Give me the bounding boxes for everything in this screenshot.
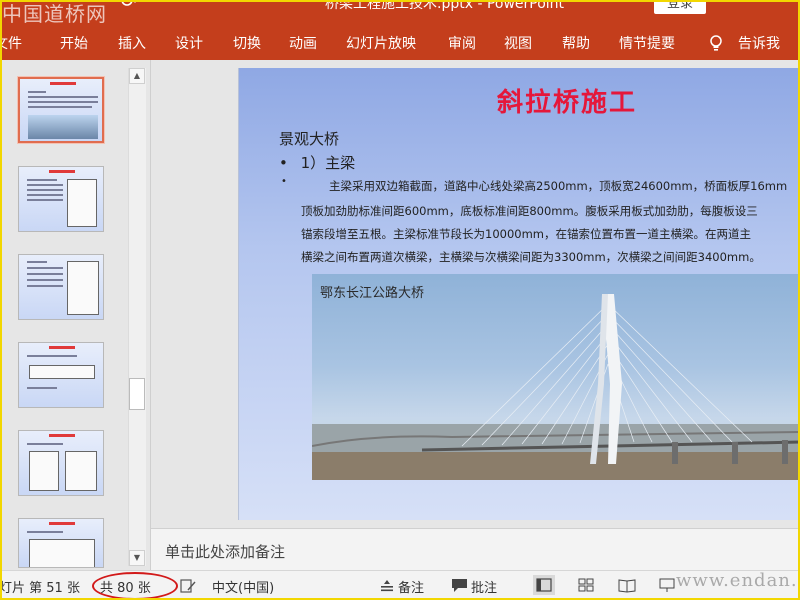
notes-pane[interactable]: 单击此处添加备注 bbox=[151, 528, 800, 570]
bullet-marker: • bbox=[281, 176, 287, 187]
tab-file[interactable]: 文件 bbox=[0, 28, 22, 60]
thumb-text-line bbox=[27, 199, 63, 201]
photo-caption: 鄂东长江公路大桥 bbox=[320, 286, 425, 301]
reading-view-icon[interactable] bbox=[616, 575, 638, 595]
slide-thumbnail[interactable] bbox=[18, 518, 104, 568]
thumb-diagram bbox=[29, 539, 95, 567]
slide-position-indicator[interactable]: 幻灯片 第 51 张 bbox=[0, 577, 80, 596]
body-text-line[interactable]: 顶板加劲肋标准间距600mm，底板标准间距800mm。腹板采用板式加劲肋，每腹板… bbox=[301, 203, 758, 219]
slideshow-view-icon[interactable] bbox=[656, 575, 678, 595]
thumb-text-line bbox=[27, 184, 63, 186]
thumb-text-line bbox=[27, 194, 63, 196]
tab-view[interactable]: 视图 bbox=[504, 28, 532, 60]
site-watermark-logo: 中国道桥网 bbox=[2, 2, 107, 26]
normal-view-icon[interactable] bbox=[533, 575, 555, 595]
thumb-text-line bbox=[27, 285, 63, 287]
thumb-text-line bbox=[27, 261, 47, 263]
thumb-title-mark bbox=[49, 346, 75, 349]
thumb-diagram bbox=[29, 451, 59, 491]
lightbulb-icon bbox=[710, 35, 722, 51]
thumb-text-line bbox=[27, 355, 77, 357]
slide-thumbnail-selected[interactable] bbox=[18, 77, 104, 143]
tab-design[interactable]: 设计 bbox=[175, 28, 203, 60]
thumb-text-line bbox=[27, 531, 63, 533]
title-bar: 中国道桥网 桥梁工程施工技术.pptx - PowerPoint 登录 bbox=[0, 0, 800, 28]
spellcheck-icon[interactable] bbox=[180, 578, 196, 594]
comments-icon bbox=[452, 579, 467, 592]
thumbnail-scrollbar[interactable] bbox=[128, 68, 146, 566]
thumb-text-line bbox=[27, 279, 63, 281]
slide-bullet-main-girder[interactable]: • 1）主梁 bbox=[279, 152, 355, 173]
thumb-text-line bbox=[27, 189, 63, 191]
thumb-diagram bbox=[29, 365, 95, 379]
thumb-text-line bbox=[28, 96, 98, 98]
thumb-text-line bbox=[27, 179, 57, 181]
slide-thumbnail[interactable] bbox=[18, 166, 104, 232]
slide-heading[interactable]: 景观大桥 bbox=[279, 128, 339, 149]
bridge-photo[interactable]: 鄂东长江公路大桥 bbox=[312, 274, 800, 480]
highlight-circle bbox=[92, 572, 178, 600]
thumb-text-line bbox=[28, 106, 92, 108]
thumb-diagram bbox=[65, 451, 97, 491]
tab-insert[interactable]: 插入 bbox=[118, 28, 146, 60]
scrollbar-thumb[interactable] bbox=[129, 378, 145, 410]
slide-thumbnail[interactable] bbox=[18, 254, 104, 320]
thumb-title-mark bbox=[49, 170, 75, 173]
tab-home[interactable]: 开始 bbox=[60, 28, 88, 60]
thumb-text-line bbox=[27, 273, 63, 275]
tell-me-search[interactable]: 告诉我 bbox=[738, 28, 780, 60]
thumb-text-line bbox=[28, 101, 98, 103]
thumb-text-line bbox=[27, 443, 63, 445]
thumb-title-mark bbox=[49, 434, 75, 437]
slide-thumbnail[interactable] bbox=[18, 342, 104, 408]
tab-animations[interactable]: 动画 bbox=[289, 28, 317, 60]
thumb-text-line bbox=[27, 267, 63, 269]
login-button[interactable]: 登录 bbox=[654, 0, 706, 14]
tab-review[interactable]: 审阅 bbox=[448, 28, 476, 60]
ribbon-tab-bar: 文件 开始 插入 设计 切换 动画 幻灯片放映 审阅 视图 帮助 情节提要 告诉… bbox=[0, 28, 800, 60]
tab-help[interactable]: 帮助 bbox=[562, 28, 590, 60]
slide-thumbnail[interactable] bbox=[18, 430, 104, 496]
notes-toggle-button[interactable]: 备注 bbox=[398, 577, 424, 596]
document-title: 桥梁工程施工技术.pptx - PowerPoint bbox=[325, 0, 565, 12]
tab-slideshow[interactable]: 幻灯片放映 bbox=[346, 28, 416, 60]
pane-divider[interactable] bbox=[150, 60, 151, 570]
thumb-diagram bbox=[67, 179, 97, 227]
body-text-line[interactable]: 锚索段增至五根。主梁标准节段长为10000mm，在锚索位置布置一道主横梁。在两道… bbox=[301, 226, 751, 242]
thumb-diagram bbox=[67, 261, 99, 315]
site-watermark-url: www.endan.com bbox=[676, 570, 800, 591]
thumb-bridge-photo bbox=[28, 115, 98, 139]
body-text-line[interactable]: 横梁之间布置两道次横梁，主横梁与次横梁间距为3300mm，次横梁之间间距3400… bbox=[301, 249, 761, 265]
slide-canvas[interactable]: 斜拉桥施工 景观大桥 • 1）主梁 • 主梁采用双边箱截面，道路中心线处梁高25… bbox=[238, 68, 800, 520]
comments-toggle-button[interactable]: 批注 bbox=[471, 577, 497, 596]
thumb-title-mark bbox=[49, 522, 75, 525]
bullet-marker: • bbox=[279, 154, 288, 172]
scroll-up-arrow-icon[interactable]: ▲ bbox=[129, 68, 145, 84]
touch-mode-icon[interactable] bbox=[118, 0, 140, 14]
language-indicator[interactable]: 中文(中国) bbox=[212, 577, 274, 596]
bullet-text: 1）主梁 bbox=[300, 154, 356, 172]
body-text-line[interactable]: 主梁采用双边箱截面，道路中心线处梁高2500mm，顶板宽24600mm，桥面板厚… bbox=[329, 178, 787, 194]
notes-icon bbox=[381, 580, 393, 592]
thumb-text-line bbox=[27, 387, 57, 389]
slide-title[interactable]: 斜拉桥施工 bbox=[239, 82, 800, 119]
tab-transitions[interactable]: 切换 bbox=[233, 28, 261, 60]
notes-placeholder[interactable]: 单击此处添加备注 bbox=[165, 541, 285, 562]
cable-stayed-bridge-illustration bbox=[312, 294, 800, 480]
scroll-down-arrow-icon[interactable]: ▼ bbox=[129, 550, 145, 566]
thumb-text-line bbox=[28, 91, 46, 93]
slide-sorter-view-icon[interactable] bbox=[575, 575, 597, 595]
thumb-title-mark bbox=[50, 82, 76, 85]
tab-storyboard[interactable]: 情节提要 bbox=[619, 28, 675, 60]
